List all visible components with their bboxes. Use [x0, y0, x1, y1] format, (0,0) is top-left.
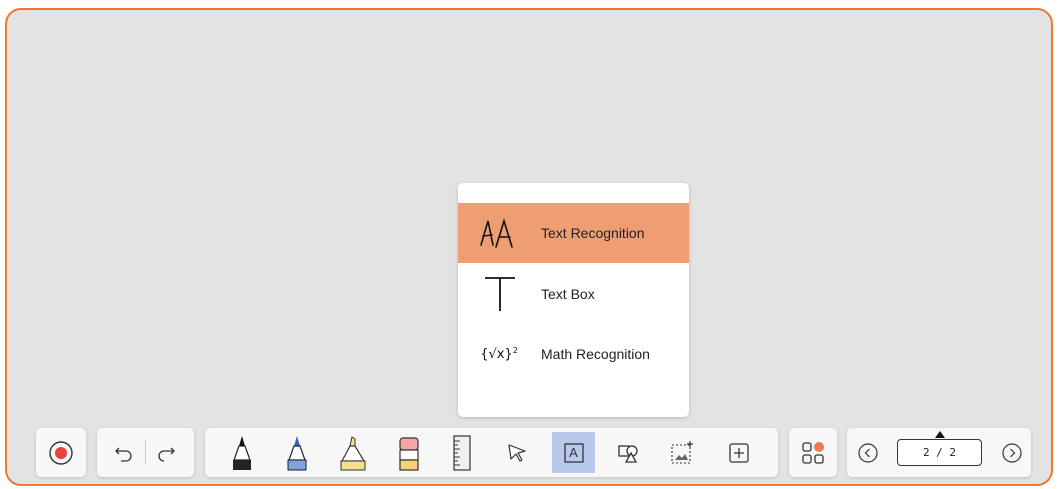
math-superscript: 2 [512, 345, 518, 355]
eraser-button[interactable] [391, 428, 427, 477]
chevron-left-icon [858, 442, 878, 463]
undo-icon [115, 447, 132, 462]
record-group [36, 428, 86, 477]
math-symbol: {√x} [480, 346, 513, 362]
text-tool-glyph: A [569, 445, 578, 460]
menu-item-label: Text Box [541, 286, 595, 302]
apps-button[interactable] [789, 428, 837, 477]
select-button[interactable] [496, 428, 538, 477]
image-add-button[interactable] [661, 428, 703, 477]
apps-grid-icon [802, 441, 824, 464]
pager-pointer [935, 431, 945, 438]
history-group [97, 428, 194, 477]
pen-black-button[interactable] [225, 428, 259, 477]
menu-item-label: Math Recognition [541, 346, 650, 362]
pen-blue-icon [287, 435, 307, 470]
record-icon [49, 440, 73, 465]
page-indicator[interactable]: 2 / 2 [897, 439, 982, 466]
text-tool-menu: Text Recognition Text Box {√x} 2 Math Rec… [458, 183, 689, 417]
text-tool-button[interactable]: A [552, 428, 595, 477]
undo-button[interactable] [105, 428, 143, 477]
highlighter-icon [340, 435, 366, 470]
ruler-button[interactable] [443, 428, 481, 477]
prev-page-button[interactable] [853, 428, 883, 477]
menu-item-label: Text Recognition [541, 225, 645, 241]
eraser-icon [399, 436, 419, 471]
menu-item-text-box[interactable]: Text Box [458, 264, 689, 324]
pen-black-icon [233, 435, 251, 470]
select-cursor-icon [508, 443, 526, 462]
image-add-icon [671, 440, 693, 464]
pen-blue-button[interactable] [280, 428, 314, 477]
shapes-icon [618, 444, 638, 463]
add-icon [729, 442, 749, 463]
add-button[interactable] [719, 428, 759, 477]
highlighter-button[interactable] [333, 428, 373, 477]
ruler-icon [453, 434, 471, 471]
menu-item-math-recognition[interactable]: {√x} 2 Math Recognition [458, 324, 689, 384]
text-t-icon [474, 274, 524, 314]
next-page-button[interactable] [997, 428, 1027, 477]
handwriting-aa-icon [474, 213, 524, 253]
menu-item-text-recognition[interactable]: Text Recognition [458, 203, 689, 263]
shapes-button[interactable] [609, 428, 649, 477]
chevron-right-icon [1002, 442, 1022, 463]
pager-group: 2 / 2 [847, 428, 1031, 477]
tools-group: A [205, 428, 778, 477]
math-sqrt-icon: {√x} 2 [474, 334, 524, 374]
record-button[interactable] [36, 428, 86, 477]
redo-icon [158, 447, 175, 462]
apps-group [789, 428, 837, 477]
divider [145, 440, 146, 465]
redo-button[interactable] [147, 428, 185, 477]
